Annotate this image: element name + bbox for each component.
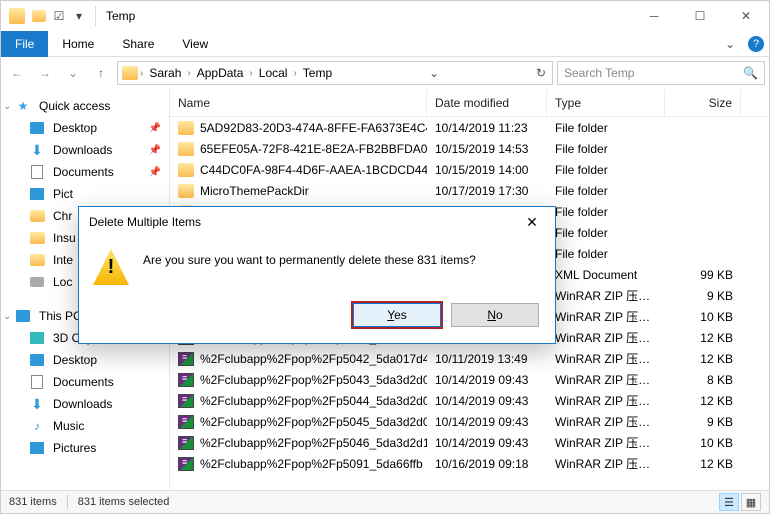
dialog-close-button[interactable]: ✕ [517, 207, 547, 237]
dialog-title: Delete Multiple Items [89, 215, 201, 229]
dialog-overlay: Delete Multiple Items ✕ Are you sure you… [1, 1, 769, 513]
warning-icon [93, 249, 129, 285]
dialog-message: Are you sure you want to permanently del… [143, 249, 476, 267]
yes-button[interactable]: Yes [353, 303, 441, 327]
no-button[interactable]: No [451, 303, 539, 327]
delete-confirmation-dialog: Delete Multiple Items ✕ Are you sure you… [78, 206, 556, 344]
